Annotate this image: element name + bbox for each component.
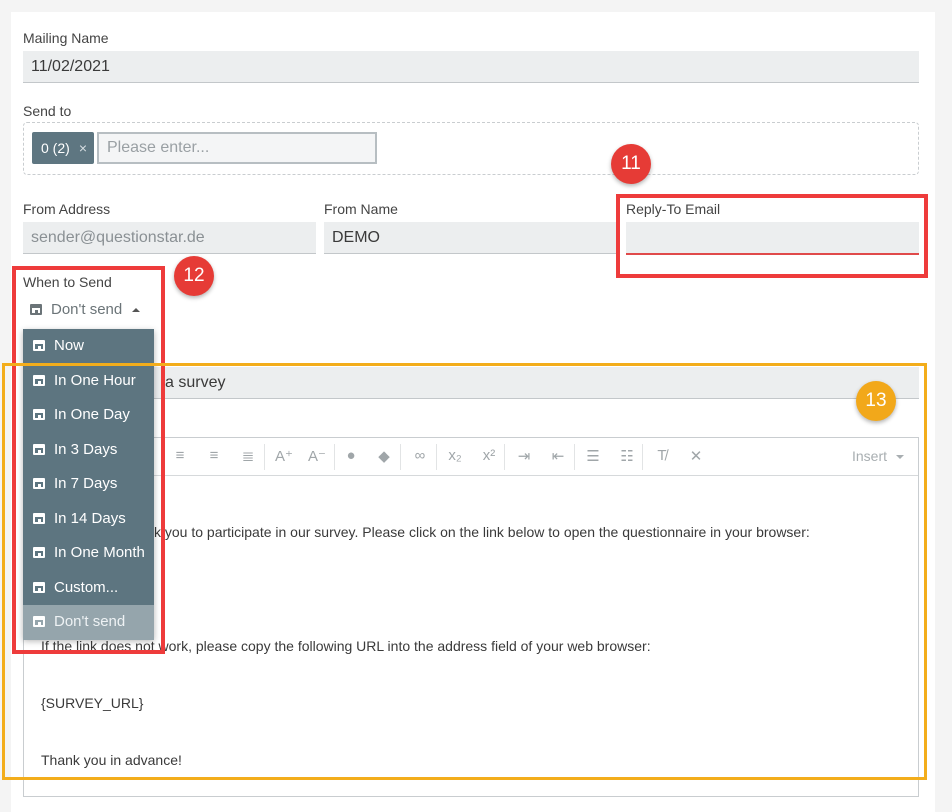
from-name-input[interactable]: DEMO [324,222,617,254]
mailing-name-input[interactable]: 11/02/2021 [23,51,919,83]
annotation-badge-11: 11 [611,144,651,184]
from-name-label: From Name [324,201,398,217]
from-address-input[interactable]: sender@questionstar.de [23,222,316,254]
annotation-badge-13: 13 [856,381,896,421]
annotation-box-reply-to [616,194,928,278]
annotation-badge-12: 12 [174,256,214,296]
recipient-chip-label: 0 (2) [41,140,70,156]
send-to-label: Send to [23,103,72,119]
recipient-chip[interactable]: 0 (2) × [32,132,94,164]
mailing-name-label: Mailing Name [23,30,109,46]
from-address-label: From Address [23,201,111,217]
send-to-input[interactable]: Please enter... [97,132,377,164]
annotation-box-email-content [2,363,927,780]
close-icon[interactable]: × [79,132,87,164]
